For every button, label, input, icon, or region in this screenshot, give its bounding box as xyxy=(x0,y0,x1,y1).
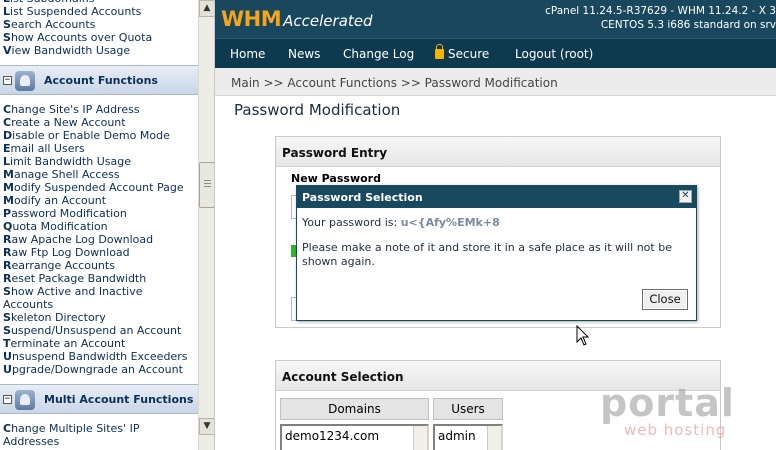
account-functions-icon xyxy=(15,71,35,91)
sidebar-top-links: List SubdomainsList Suspended AccountsSe… xyxy=(0,0,198,57)
scroll-down-arrow-icon[interactable]: ▼ xyxy=(199,418,214,435)
listbox-scrollbar[interactable] xyxy=(413,426,427,450)
sidebar-link[interactable]: Email all Users xyxy=(0,142,198,155)
nav-change-log[interactable]: Change Log xyxy=(343,47,414,61)
listbox-scrollbar[interactable] xyxy=(487,426,501,450)
server-version-line: cPanel 11.24.5-R37629 - WHM 11.24.2 - X … xyxy=(545,5,776,17)
sidebar-link[interactable]: View Bandwidth Usage xyxy=(0,44,198,57)
sidebar-link[interactable]: Rearrange Accounts xyxy=(0,259,198,272)
nav-secure-label: Secure xyxy=(448,47,490,61)
header-banner: WHM Accelerated cPanel 11.24.5-R37629 - W… xyxy=(215,0,776,38)
multi-account-functions-title: Multi Account Functions xyxy=(44,393,194,406)
users-listbox[interactable]: admin xyxy=(433,424,503,450)
page-title: Password Modification xyxy=(234,101,401,119)
sidebar-link[interactable]: Suspend/Unsuspend an Account xyxy=(0,324,198,337)
sidebar-link[interactable]: Reset Package Bandwidth xyxy=(0,272,198,285)
sidebar-link[interactable]: Accounts xyxy=(0,298,198,311)
multi-account-functions-icon xyxy=(15,390,35,410)
sidebar-link[interactable]: Raw Ftp Log Download xyxy=(0,246,198,259)
scrollbar-thumb[interactable] xyxy=(199,162,214,208)
sidebar-link[interactable]: Change Site's IP Address xyxy=(0,103,198,116)
sidebar-link[interactable]: Create a New Account xyxy=(0,116,198,129)
password-entry-title: Password Entry xyxy=(276,137,720,167)
sidebar-link[interactable]: Skeleton Directory xyxy=(0,311,198,324)
server-os-line: CENTOS 5.3 i686 standard on srv xyxy=(600,19,776,31)
nav-logout[interactable]: Logout (root) xyxy=(515,47,593,61)
watermark-sub-text: web hosting xyxy=(624,421,727,439)
sidebar-link[interactable]: List Suspended Accounts xyxy=(0,5,198,18)
multi-account-functions-header[interactable]: − Multi Account Functions xyxy=(0,384,198,414)
whm-logo: WHM Accelerated xyxy=(221,7,373,31)
nav-secure[interactable]: Secure xyxy=(435,44,490,61)
sidebar-link[interactable]: Upgrade/Downgrade an Account xyxy=(0,363,198,376)
sidebar-link[interactable]: Show Active and Inactive xyxy=(0,285,198,298)
new-password-label: New Password xyxy=(291,172,381,185)
dialog-password-line: Your password is: u<{Afy%EMk+8 xyxy=(302,216,500,229)
multi-account-functions-links: Change Multiple Sites' IP Addresses xyxy=(0,422,198,448)
sidebar-link[interactable]: Password Modification xyxy=(0,207,198,220)
password-selection-dialog: Password Selection ✕ Your password is: u… xyxy=(296,185,697,321)
sidebar-scrollbar[interactable]: ▲ ▼ xyxy=(198,0,214,450)
scroll-up-arrow-icon[interactable]: ▲ xyxy=(199,0,214,17)
sidebar-link[interactable]: Search Accounts xyxy=(0,18,198,31)
sidebar-content: List SubdomainsList Suspended AccountsSe… xyxy=(0,0,198,448)
sidebar-link[interactable]: Unsuspend Bandwidth Exceeders xyxy=(0,350,198,363)
sidebar-link[interactable]: Quota Modification xyxy=(0,220,198,233)
user-list-item[interactable]: admin xyxy=(438,429,476,443)
domains-listbox[interactable]: demo1234.com xyxy=(280,424,429,450)
account-functions-title: Account Functions xyxy=(44,74,158,87)
breadcrumb: Main >> Account Functions >> Password Mo… xyxy=(215,68,776,96)
domains-column-header: Domains xyxy=(280,398,429,420)
sidebar-link[interactable]: Modify an Account xyxy=(0,194,198,207)
nav-home[interactable]: Home xyxy=(230,47,265,61)
sidebar-link[interactable]: Terminate an Account xyxy=(0,337,198,350)
password-prefix: Your password is: xyxy=(302,216,398,229)
collapse-icon[interactable]: − xyxy=(3,76,12,85)
generated-password: u<{Afy%EMk+8 xyxy=(400,216,500,229)
mouse-pointer-icon xyxy=(576,325,590,346)
left-navigation-frame: List SubdomainsList Suspended AccountsSe… xyxy=(0,0,215,450)
account-functions-header[interactable]: − Account Functions xyxy=(0,65,198,95)
domain-list-item[interactable]: demo1234.com xyxy=(285,429,379,443)
users-column-header: Users xyxy=(433,398,503,420)
sidebar-link[interactable]: Change Multiple Sites' IP xyxy=(0,422,198,435)
sidebar-link[interactable]: Raw Apache Log Download xyxy=(0,233,198,246)
dialog-note: Please make a note of it and store it in… xyxy=(302,241,672,268)
portal-watermark: portal web hosting xyxy=(600,383,750,439)
sidebar-link[interactable]: Modify Suspended Account Page xyxy=(0,181,198,194)
close-button[interactable]: Close xyxy=(642,289,688,310)
server-info: cPanel 11.24.5-R37629 - WHM 11.24.2 - X … xyxy=(545,4,776,32)
sidebar-link[interactable]: Limit Bandwidth Usage xyxy=(0,155,198,168)
top-navbar: Home News Change Log Secure Logout (root… xyxy=(215,38,776,68)
collapse-icon[interactable]: − xyxy=(3,395,12,404)
account-functions-links: Change Site's IP Address Create a New Acc… xyxy=(0,103,198,376)
sidebar-link[interactable]: Show Accounts over Quota xyxy=(0,31,198,44)
logo-accelerated-text: Accelerated xyxy=(283,12,373,30)
dialog-title: Password Selection xyxy=(302,191,423,204)
close-icon[interactable]: ✕ xyxy=(679,190,692,203)
logo-whm-text: WHM xyxy=(221,7,282,31)
nav-news[interactable]: News xyxy=(288,47,320,61)
sidebar-link[interactable]: Addresses xyxy=(0,435,198,448)
sidebar-link[interactable]: Manage Shell Access xyxy=(0,168,198,181)
sidebar-link[interactable]: Disable or Enable Demo Mode xyxy=(0,129,198,142)
watermark-main-text: portal xyxy=(600,381,735,425)
lock-icon xyxy=(435,44,444,59)
dialog-header: Password Selection ✕ xyxy=(297,186,696,208)
